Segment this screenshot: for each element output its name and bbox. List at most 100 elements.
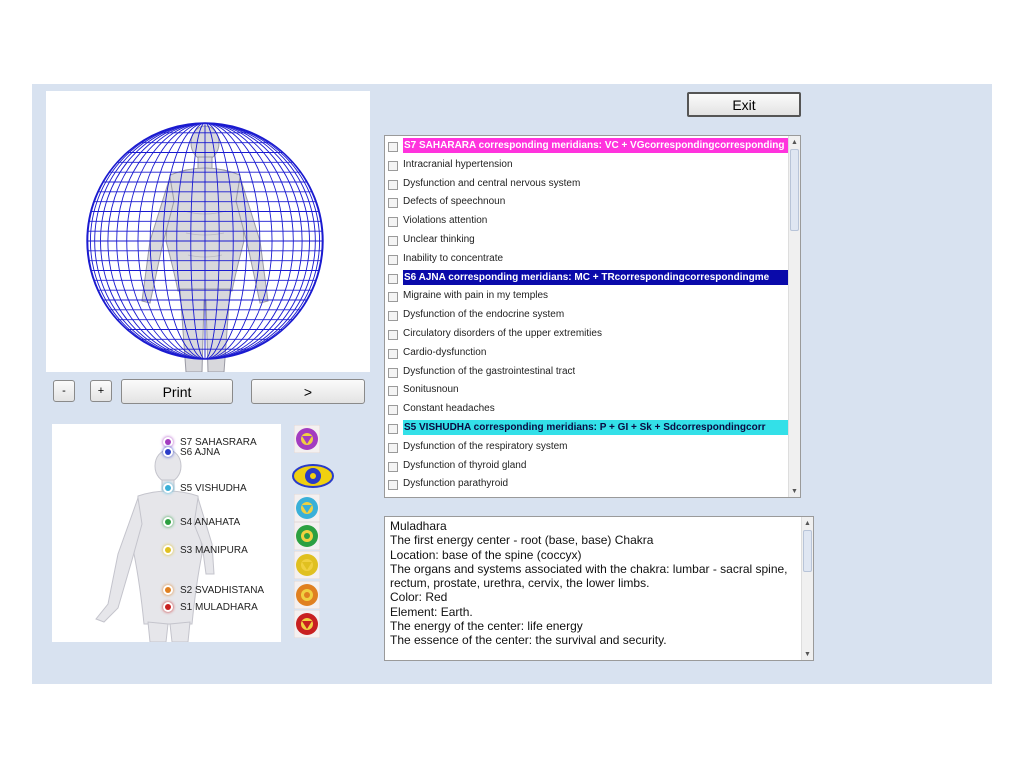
symptom-row[interactable]: Migraine with pain in my temples	[385, 286, 790, 305]
chakra-point-marker[interactable]	[165, 439, 171, 445]
description-line: The essence of the center: the survival …	[390, 633, 667, 648]
symptom-label: Circulatory disorders of the upper extre…	[403, 328, 602, 339]
symptom-checkbox[interactable]	[388, 236, 398, 246]
symptom-row[interactable]: Circulatory disorders of the upper extre…	[385, 324, 790, 343]
symptom-checkbox[interactable]	[388, 292, 398, 303]
symptom-label: S7 SAHARARA corresponding meridians: VC …	[403, 138, 790, 153]
chakra-body-map: S7 SAHASRARA S6 AJNA S5 VISHUDHA S4 ANAHATA…	[52, 424, 281, 642]
symptom-row[interactable]: Dysfunction parathyroid	[385, 474, 790, 493]
scroll-down-icon[interactable]: ▼	[802, 648, 813, 660]
scroll-up-icon[interactable]: ▲	[802, 517, 813, 529]
symptom-row[interactable]: Cardio-dysfunction	[385, 343, 790, 362]
symptom-checkbox[interactable]	[388, 179, 398, 190]
scroll-up-icon[interactable]: ▲	[789, 136, 800, 148]
symptom-row[interactable]: Dysfunction and central nervous system	[385, 174, 790, 193]
svadhistana-icon[interactable]	[293, 580, 324, 611]
symptom-checkbox[interactable]	[388, 480, 398, 491]
ajna-icon[interactable]	[292, 462, 334, 492]
scroll-thumb[interactable]	[790, 149, 799, 231]
symptom-checkbox[interactable]	[388, 442, 398, 453]
chakra-label: S3 MANIPURA	[180, 545, 248, 556]
symptom-row[interactable]: Violations attention	[385, 211, 790, 230]
symptom-checkbox[interactable]	[388, 160, 398, 171]
chakra-point-marker[interactable]	[165, 485, 171, 491]
symptom-checkbox[interactable]	[388, 348, 398, 359]
chakra-point-marker[interactable]	[165, 547, 171, 553]
exit-button[interactable]: Exit	[687, 92, 801, 117]
description-line: The first energy center - root (base, ba…	[390, 533, 654, 548]
muladhara-icon[interactable]	[293, 609, 324, 640]
chakra-point-marker[interactable]	[165, 519, 171, 525]
chakra-point-marker[interactable]	[165, 449, 171, 455]
symptom-row[interactable]: Dysfunction of the gastrointestinal trac…	[385, 362, 790, 381]
symptom-row[interactable]: Constant headaches	[385, 399, 790, 418]
symptom-row[interactable]: Sonitusnoun	[385, 380, 790, 399]
chakra-header-row[interactable]: S5 VISHUDHA corresponding meridians: P +…	[385, 419, 790, 436]
symptom-row[interactable]: Dysfunction of the endocrine system	[385, 305, 790, 324]
symptom-label: Defects of speechnoun	[403, 196, 506, 208]
symptom-row[interactable]: Unclear thinking	[385, 230, 790, 249]
symptom-checkbox[interactable]	[388, 405, 398, 416]
chakra-header-row[interactable]: S6 AJNA corresponding meridians: MC + TR…	[385, 269, 790, 286]
body-sphere-view	[46, 91, 370, 372]
symptom-checkbox[interactable]	[388, 217, 398, 228]
symptom-row[interactable]: Inability to concentrate	[385, 249, 790, 268]
symptom-label: Unclear thinking	[403, 234, 475, 245]
symptom-label: Dysfunction and central nervous system	[403, 177, 581, 189]
symptom-label: Dysfunction of thyroid gland	[403, 459, 527, 471]
scroll-thumb[interactable]	[803, 530, 812, 572]
symptom-list-scrollbar[interactable]: ▲ ▼	[788, 136, 800, 497]
chakra-label: S5 VISHUDHA	[180, 483, 247, 494]
description-line: Muladhara	[390, 519, 447, 533]
description-line: The organs and systems associated with t…	[390, 561, 788, 591]
symptom-checkbox[interactable]	[388, 198, 398, 209]
description-line: Location: base of the spine (coccyx)	[390, 547, 582, 562]
symptom-label: Sonitusnoun	[403, 384, 459, 396]
symptom-label: Constant headaches	[403, 403, 495, 415]
symptom-checkbox[interactable]	[388, 461, 398, 472]
symptom-checkbox[interactable]	[388, 386, 398, 397]
symptom-label: S6 AJNA corresponding meridians: MC + TR…	[403, 269, 790, 285]
symptom-label: Intracranial hypertension	[403, 158, 513, 170]
symptom-checkbox[interactable]	[388, 424, 398, 434]
symptom-label: Cardio-dysfunction	[403, 346, 487, 358]
description-line: The energy of the center: life energy	[390, 619, 583, 634]
next-button[interactable]: >	[251, 379, 365, 404]
symptom-row[interactable]: Defects of speechnoun	[385, 192, 790, 211]
symptom-label: Dysfunction of the respiratory system	[403, 440, 568, 452]
chakra-label: S4 ANAHATA	[180, 517, 241, 528]
symptom-checkbox[interactable]	[388, 254, 398, 265]
chakra-header-row[interactable]: S7 SAHARARA corresponding meridians: VC …	[385, 137, 790, 154]
energy-sphere-image	[86, 122, 324, 372]
symptom-label: Dysfunction parathyroid	[403, 478, 509, 490]
symptom-checklist: S7 SAHARARA corresponding meridians: VC …	[384, 135, 801, 498]
symptom-label: Dysfunction of the gastrointestinal trac…	[403, 365, 576, 377]
symptom-label: Migraine with pain in my temples	[403, 290, 549, 302]
manipura-icon[interactable]	[293, 550, 324, 581]
chakra-point-marker[interactable]	[165, 587, 171, 593]
vishudha-icon[interactable]	[293, 493, 324, 524]
symptom-row[interactable]: Dysfunction of the respiratory system	[385, 437, 790, 456]
app-window: - + Print > S7 SAHASRARA S6 AJNA S5 VISHUD…	[32, 84, 992, 684]
symptom-checkbox[interactable]	[388, 367, 398, 378]
symptom-checkbox[interactable]	[388, 273, 398, 284]
symptom-row[interactable]: Dysfunction of thyroid gland	[385, 456, 790, 475]
symptom-label: Inability to concentrate	[403, 252, 504, 264]
symptom-checkbox[interactable]	[388, 330, 398, 340]
anahata-icon[interactable]	[293, 521, 324, 552]
chakra-point-marker[interactable]	[165, 604, 171, 610]
description-line: Element: Earth.	[390, 604, 473, 619]
chakra-label: S2 SVADHISTANA	[180, 585, 265, 596]
description-scrollbar[interactable]: ▲ ▼	[801, 517, 813, 660]
chakra-label: S6 AJNA	[180, 447, 221, 458]
zoom-in-button[interactable]: +	[90, 380, 112, 402]
scroll-down-icon[interactable]: ▼	[789, 485, 800, 497]
zoom-out-button[interactable]: -	[53, 380, 75, 402]
symptom-label: Dysfunction of the endocrine system	[403, 309, 565, 321]
symptom-checkbox[interactable]	[388, 311, 398, 322]
sahasrara-icon[interactable]	[293, 424, 324, 455]
symptom-checkbox[interactable]	[388, 142, 398, 152]
symptom-row[interactable]: Intracranial hypertension	[385, 155, 790, 174]
print-button[interactable]: Print	[121, 379, 233, 404]
chakra-description-textarea[interactable]: Muladhara The first energy center - root …	[384, 516, 814, 661]
